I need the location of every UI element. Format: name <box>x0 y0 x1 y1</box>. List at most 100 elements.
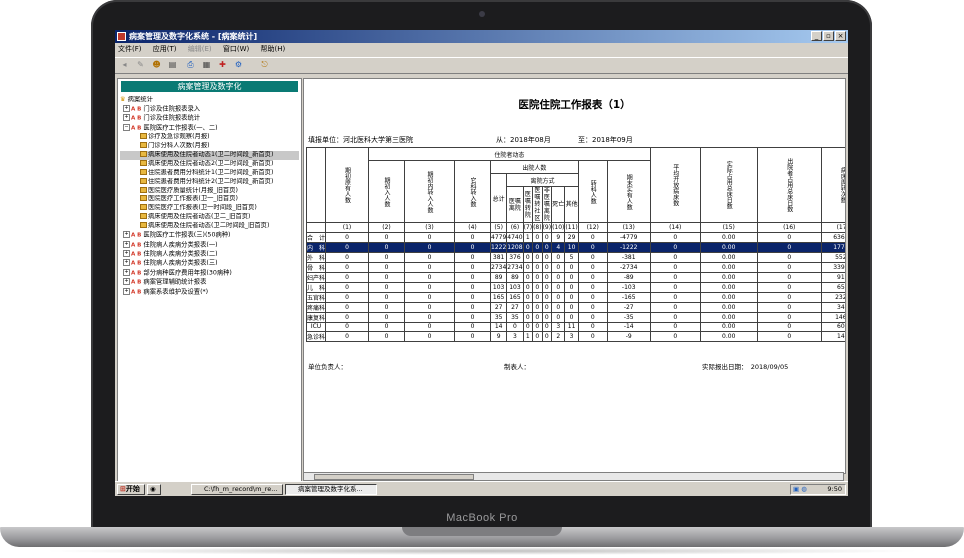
value-cell: 0 <box>454 281 492 293</box>
expand-icon[interactable]: + <box>123 268 130 276</box>
value-cell: 0.00 <box>699 241 758 253</box>
tree-root[interactable]: ♛ 病案统计 <box>120 96 299 105</box>
table-row[interactable]: 疼痛科00002727000000-2700.0003450.0 <box>305 301 845 313</box>
tree-item[interactable]: + A B 医院医疗工作报表(三)(50病种) <box>120 231 299 240</box>
user-icon[interactable]: ☻ <box>151 60 162 70</box>
quick-launch-ie-icon[interactable]: ◉ <box>147 484 161 495</box>
navigation-header: 病案管理及数字化 <box>121 81 298 92</box>
task-folder[interactable]: C:\fh_m_record\m_re... <box>191 484 283 495</box>
back-icon[interactable]: ◂ <box>119 60 130 70</box>
value-cell: 0 <box>325 241 370 253</box>
menu-bar: 文件(F) 应用(T) 编辑(E) 窗口(W) 帮助(H) <box>115 44 848 55</box>
menu-file[interactable]: 文件(F) <box>118 45 142 53</box>
laptop-notch <box>402 527 562 536</box>
table-row[interactable]: ICU00001400003110-1400.0006050.0 <box>305 321 845 332</box>
expand-icon[interactable]: + <box>123 249 130 257</box>
value-cell: 0.00 <box>699 231 758 243</box>
column-number: (15) <box>699 222 758 233</box>
tree-item[interactable]: 病床使用及住院者动态1(卫二时间段_新首页) <box>120 150 299 160</box>
expand-icon[interactable]: + <box>123 240 130 248</box>
value-cell: 0 <box>325 231 370 243</box>
menu-edit[interactable]: 编辑(E) <box>188 45 212 53</box>
settings-icon[interactable]: ⚙ <box>233 60 244 70</box>
horizontal-scrollbar[interactable] <box>303 472 844 481</box>
department-cell: 急诊科 <box>305 331 327 342</box>
value-cell: 0 <box>522 271 534 283</box>
table-row[interactable]: 合 计0000477947401009290-477900.000636690.… <box>305 231 845 243</box>
scroll-thumb[interactable] <box>314 474 474 480</box>
tree-item[interactable]: + A B 住院病人疾病分类报表(三) <box>120 259 299 268</box>
tree-item[interactable]: 住院患者费用分科统计2(卫二时间段_新首页) <box>120 177 299 187</box>
table-row[interactable]: 妇产科00008989000000-8900.0009130.0 <box>305 271 845 283</box>
tree-item-label: 医院医疗工作报表(一、二) <box>143 124 218 132</box>
task-app[interactable]: 病案管理及数字化系... <box>285 484 377 495</box>
print-preview-icon[interactable]: ▤ <box>167 60 178 70</box>
expand-icon[interactable]: + <box>123 287 130 295</box>
tree-item[interactable]: 医院医疗工作报表(卫一_旧首页) <box>120 195 299 204</box>
table-row[interactable]: 儿 科0000103103000000-10300.0006540.0 <box>305 281 845 293</box>
edit-icon[interactable]: ✎ <box>135 60 146 70</box>
tree-item[interactable]: 病床使用及住院者动态2(卫二时间段_新首页) <box>120 159 299 169</box>
camera-icon <box>479 11 485 17</box>
expand-icon[interactable]: + <box>123 278 130 286</box>
tree-item[interactable]: + A B 住院病人疾病分类报表(一) <box>120 240 299 250</box>
tree-item[interactable]: 诊疗及急诊观察(月报) <box>120 133 299 142</box>
value-cell: 0 <box>532 231 543 243</box>
restore-button[interactable]: ▫ <box>823 31 834 41</box>
table-row[interactable]: 骨 科000027342734000000-273400.000339650.0 <box>305 261 845 273</box>
exit-icon[interactable]: ⎋ <box>259 60 270 70</box>
table-row[interactable]: 康复科00003535000000-3500.00014660.0 <box>305 311 845 323</box>
value-cell: 35 <box>506 311 524 323</box>
table-row[interactable]: 五官科0000165165000000-16500.00023270.0 <box>305 291 845 303</box>
tree-item[interactable]: − A B 医院医疗工作报表(一、二) <box>120 123 299 133</box>
start-button[interactable]: ⊞开始 <box>117 484 145 495</box>
value-cell: 0 <box>564 281 579 293</box>
value-cell: 0 <box>368 241 406 253</box>
grid-icon[interactable]: ▦ <box>201 60 212 70</box>
tree-item[interactable]: 医院医疗工作报表(卫一时间段_旧首页) <box>120 204 299 213</box>
tree-item[interactable]: + A B 病案管理辅助统计报表 <box>120 278 299 287</box>
tree-item[interactable]: + A B 门诊及住院报表录入 <box>120 104 299 114</box>
menu-window[interactable]: 窗口(W) <box>223 45 249 53</box>
tree-item[interactable]: + A B 部分病种医疗费用年报(30病种) <box>120 268 299 278</box>
close-button[interactable]: × <box>835 31 846 41</box>
value-cell: 0 <box>404 291 456 303</box>
table-row[interactable]: 急诊科000093100230-900.0001480.0 <box>305 331 845 342</box>
table-row[interactable]: 内 科0000122212080004100-122200.000177450.… <box>305 241 845 253</box>
print-icon[interactable]: ⎙ <box>185 60 196 70</box>
expand-icon[interactable]: + <box>123 114 130 122</box>
table-row[interactable]: 外 科0000381376000050-38100.00055210.0 <box>305 251 845 263</box>
column-number: (9) <box>541 222 553 233</box>
minimize-button[interactable]: _ <box>811 31 822 41</box>
tree-item[interactable]: 医院医疗质量统计(月报_旧首页) <box>120 186 299 196</box>
report-icon <box>140 159 147 166</box>
tree-item[interactable]: 住院患者费用分科统计1(卫二时间段_新首页) <box>120 168 299 178</box>
tree-item[interactable]: + A B 门诊及住院报表统计 <box>120 114 299 123</box>
tree-item-label: 门诊及住院报表录入 <box>143 105 201 113</box>
tree-item[interactable]: 病床使用及住院者动态(卫二时间段_旧首页) <box>120 222 299 231</box>
value-cell: 0 <box>551 271 566 283</box>
tree-item[interactable]: + A B 住院病人疾病分类报表(二) <box>120 249 299 259</box>
menu-app[interactable]: 应用(T) <box>153 45 177 53</box>
value-cell: 165 <box>490 291 508 303</box>
expand-icon[interactable]: + <box>123 104 130 112</box>
expand-icon[interactable]: + <box>123 259 130 267</box>
tree-item[interactable]: + A B 病案系表维护及设置(*) <box>120 287 299 297</box>
column-number: (2) <box>368 222 406 233</box>
menu-help[interactable]: 帮助(H) <box>260 45 285 53</box>
tree-item[interactable]: 病床使用及住院者动态(卫二_旧首页) <box>120 213 299 222</box>
zoom-icon[interactable]: ✚ <box>217 60 228 70</box>
value-cell: 11 <box>564 321 579 332</box>
value-cell: 654 <box>820 281 845 293</box>
expand-icon[interactable]: + <box>123 231 130 239</box>
tree-item[interactable]: 门诊分科人次数(月报) <box>120 142 299 151</box>
value-cell: 0 <box>454 311 492 323</box>
value-cell: 0 <box>454 321 492 332</box>
report-icon <box>140 213 147 220</box>
value-cell: 0 <box>404 301 456 313</box>
expand-icon[interactable]: − <box>123 123 130 131</box>
value-cell: 0 <box>404 231 456 243</box>
value-cell: 0 <box>756 261 822 273</box>
report-icon <box>140 222 147 229</box>
tree-item-label: 医院医疗工作报表(三)(50病种) <box>143 231 231 239</box>
